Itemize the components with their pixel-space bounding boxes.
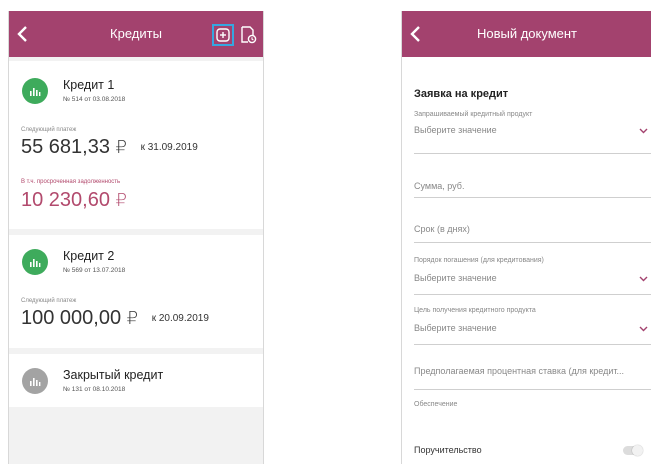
new-document-screen: Новый документ Заявка на кредит Запрашив… <box>401 11 651 464</box>
interest-rate-field[interactable]: Предполагаемая процентная ставка (для кр… <box>414 363 651 390</box>
add-icon <box>216 28 230 42</box>
collateral-label: Обеспечение <box>414 401 458 408</box>
repayment-order-select[interactable]: Порядок погашения (для кредитования) Выб… <box>414 257 651 295</box>
next-payment-amount: 55 681,33 ₽ к 31.09.2019 <box>21 136 198 158</box>
back-arrow-icon[interactable] <box>13 22 35 46</box>
loan-chart-icon <box>22 249 48 275</box>
next-payment-date: к 20.09.2019 <box>151 313 209 324</box>
loan-chart-icon <box>22 78 48 104</box>
next-payment-label: Следующий платеж <box>21 298 77 304</box>
loan-card[interactable]: Кредит 1 № 514 от 03.08.2018 Следующий п… <box>9 61 263 229</box>
document-icon[interactable] <box>239 25 257 45</box>
loan-name: Кредит 1 <box>63 78 115 92</box>
loan-card[interactable]: Кредит 2 № 569 от 13.07.2018 Следующий п… <box>9 235 263 348</box>
field-value: Выберите значение <box>414 273 497 283</box>
guarantee-toggle[interactable] <box>623 445 643 456</box>
next-payment-date: к 31.09.2019 <box>140 142 198 153</box>
overdue-amount: 10 230,60 ₽ <box>21 189 127 211</box>
field-label: Цель получения кредитного продукта <box>414 307 536 314</box>
page-title: Новый документ <box>476 26 578 41</box>
field-label: Запрашиваемый кредитный продукт <box>414 111 533 118</box>
document-header: Новый документ <box>402 11 651 57</box>
loan-number: № 131 от 08.10.2018 <box>63 386 126 393</box>
loan-number: № 569 от 13.07.2018 <box>63 267 126 274</box>
field-value: Выберите значение <box>414 323 497 333</box>
field-placeholder: Предполагаемая процентная ставка (для кр… <box>414 366 624 376</box>
chevron-down-icon <box>639 326 648 332</box>
overdue-label: В т.ч. просроченная задолженность <box>21 179 121 185</box>
field-value: Выберите значение <box>414 125 497 135</box>
loan-card[interactable]: Закрытый кредит № 131 от 08.10.2018 <box>9 354 263 407</box>
next-payment-amount: 100 000,00 ₽ к 20.09.2019 <box>21 307 209 329</box>
amount-field[interactable]: Сумма, руб. <box>414 171 651 198</box>
term-field[interactable]: Срок (в днях) <box>414 216 651 243</box>
guarantee-label: Поручительство <box>414 445 482 455</box>
field-label: Порядок погашения (для кредитования) <box>414 257 544 264</box>
loan-name: Закрытый кредит <box>63 368 164 382</box>
credit-product-select[interactable]: Запрашиваемый кредитный продукт Выберите… <box>414 111 651 154</box>
back-arrow-icon[interactable] <box>406 22 428 46</box>
chevron-down-icon <box>639 276 648 282</box>
next-payment-label: Следующий платеж <box>21 127 77 133</box>
loans-header: Кредиты <box>9 11 263 57</box>
add-loan-button[interactable] <box>212 24 234 46</box>
loan-number: № 514 от 03.08.2018 <box>63 96 126 103</box>
loan-chart-icon <box>22 368 48 394</box>
loan-name: Кредит 2 <box>63 249 115 263</box>
form-title: Заявка на кредит <box>414 88 509 100</box>
toggle-knob <box>632 445 643 456</box>
loans-screen: Кредиты Кредит 1 № 514 от 03.08.2018 Сле… <box>8 11 264 464</box>
field-placeholder: Срок (в днях) <box>414 224 470 234</box>
credit-purpose-select[interactable]: Цель получения кредитного продукта Выбер… <box>414 307 651 345</box>
chevron-down-icon <box>639 128 648 134</box>
field-placeholder: Сумма, руб. <box>414 181 465 191</box>
